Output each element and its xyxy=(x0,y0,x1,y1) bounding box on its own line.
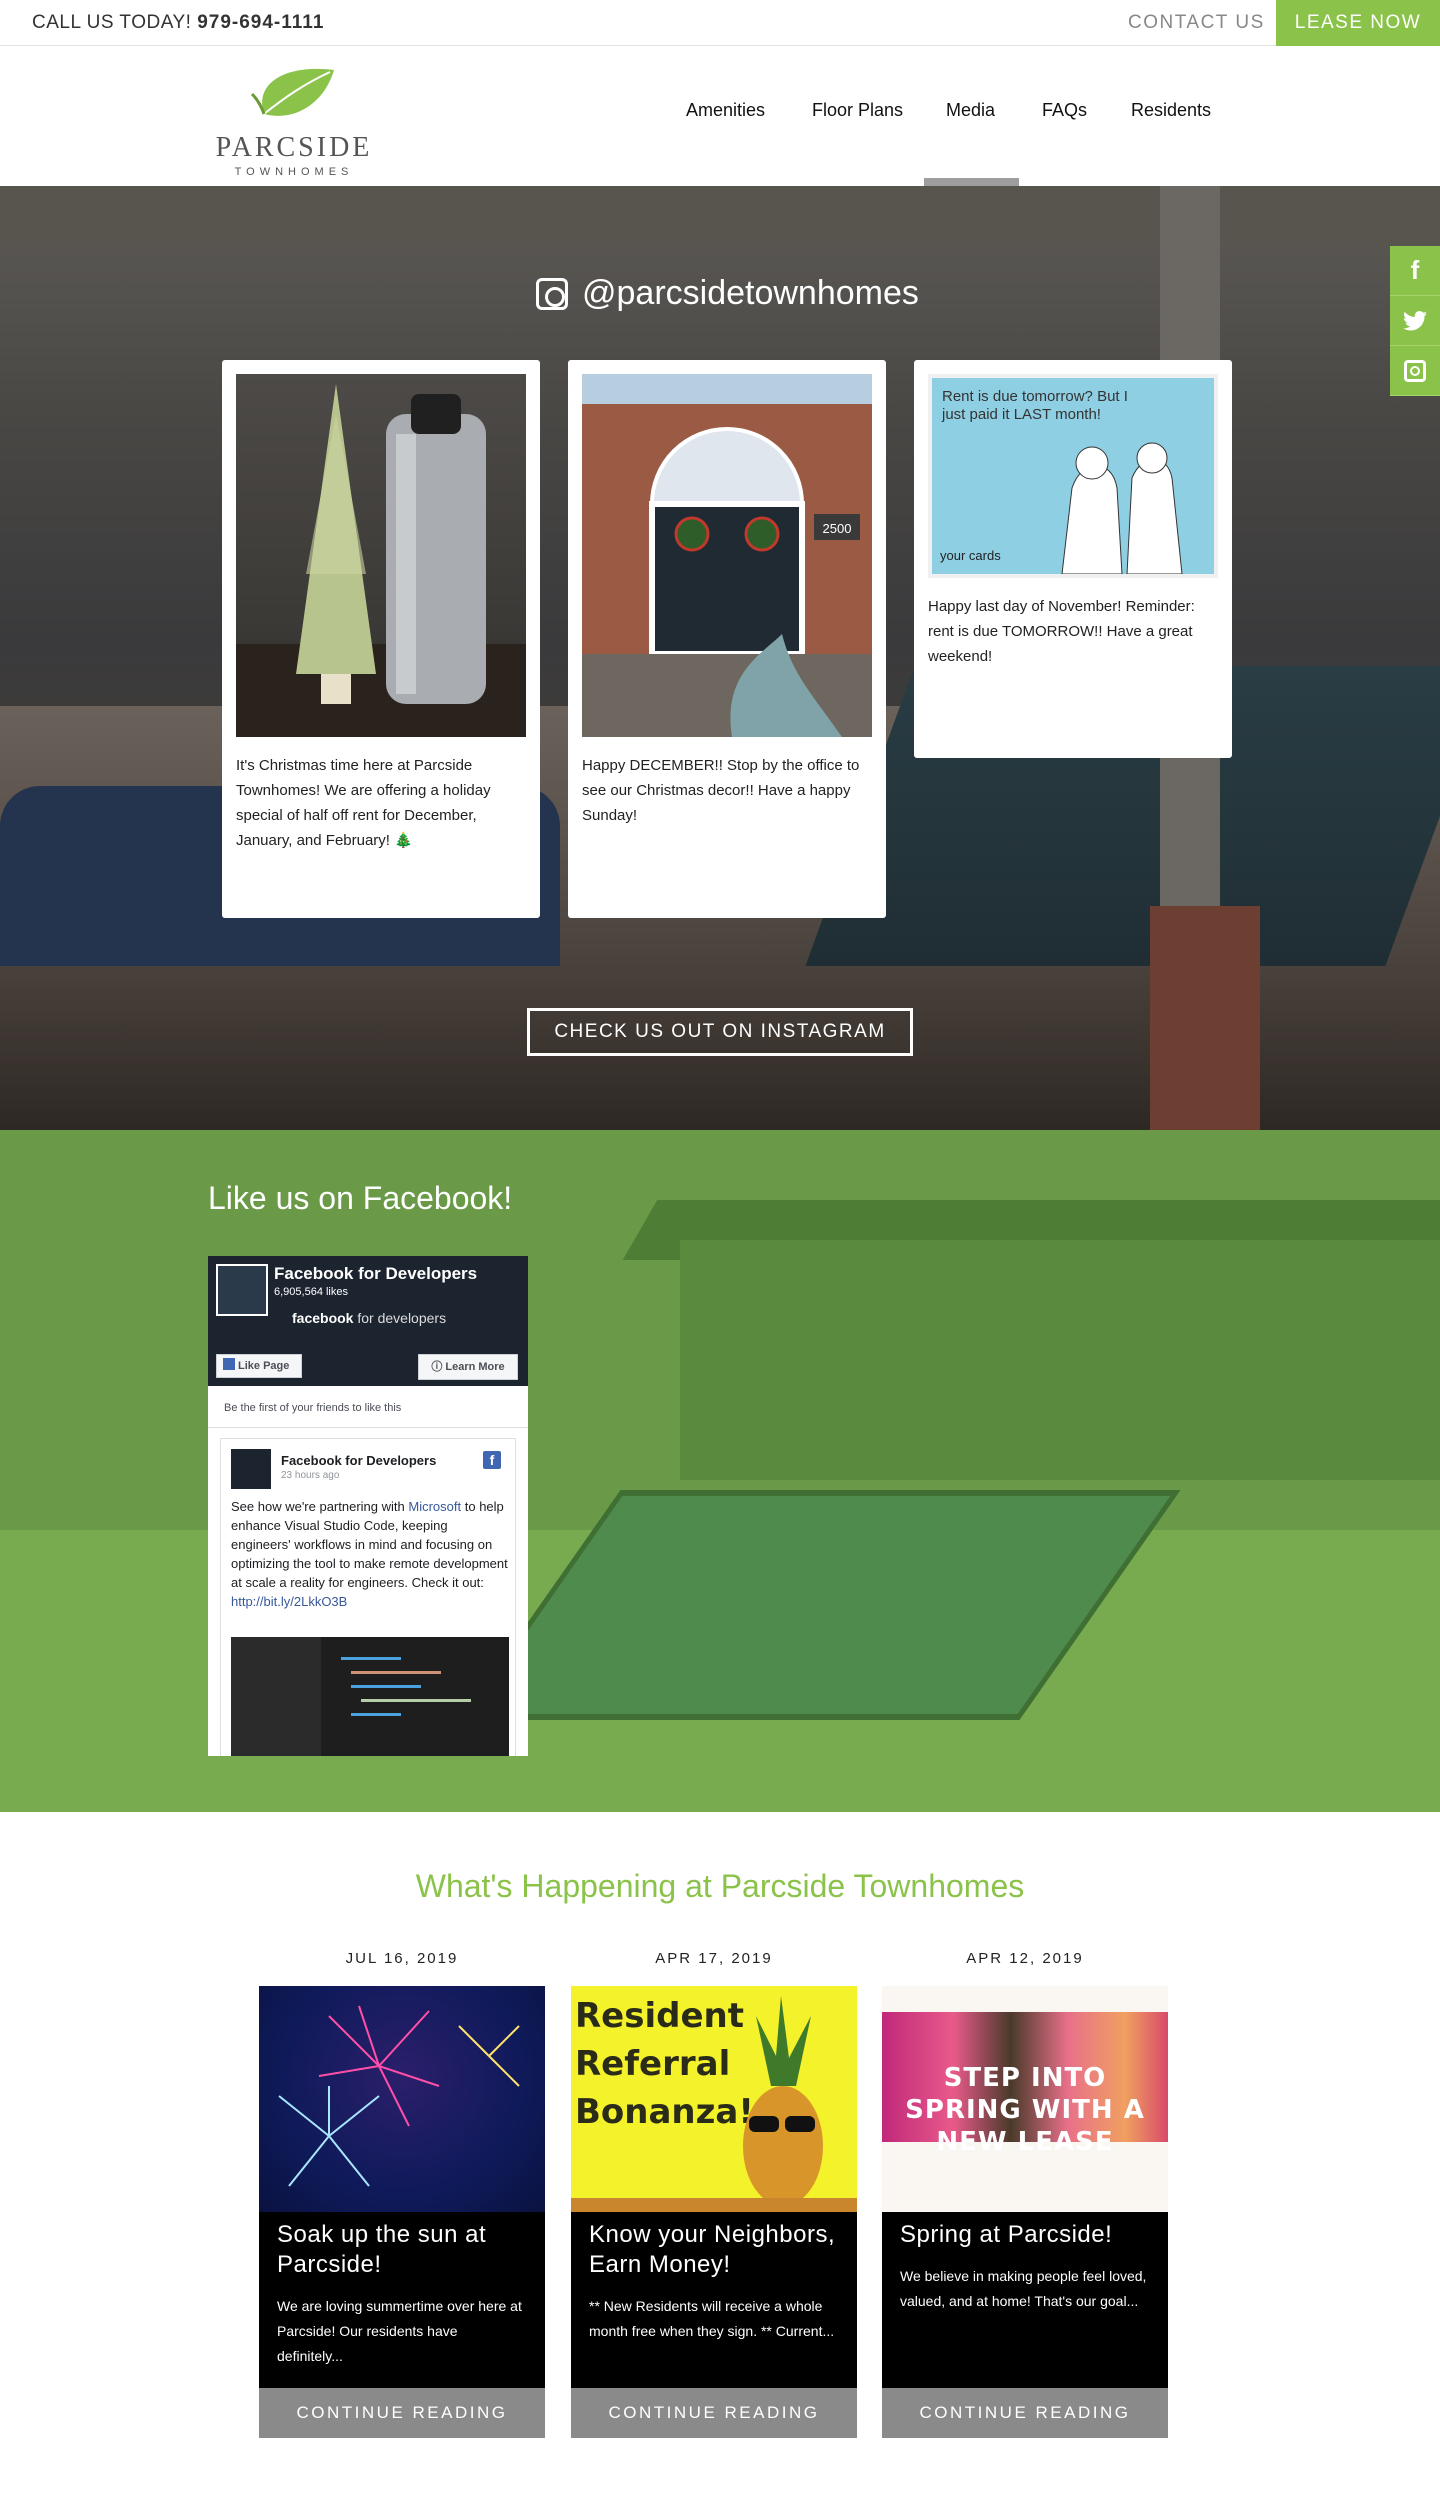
nav-residents[interactable]: Residents xyxy=(1131,100,1211,121)
instagram-cta-button[interactable]: CHECK US OUT ON INSTAGRAM xyxy=(527,1008,913,1056)
like-page-label: Like Page xyxy=(238,1360,290,1372)
twitter-icon[interactable] xyxy=(1390,296,1440,346)
pineapple-icon xyxy=(571,1996,857,2212)
christmas-tree-bottle-image xyxy=(236,384,526,737)
ecard-brand: your cards xyxy=(940,548,1001,563)
facebook-icon xyxy=(223,1358,235,1370)
ecard-image: Rent is due tomorrow? But I just paid it… xyxy=(932,378,1214,574)
contact-us-link[interactable]: CONTACT US xyxy=(1128,12,1265,34)
blog-post-title[interactable]: Soak up the sun at Parcside! xyxy=(277,2220,527,2280)
nav-faqs[interactable]: FAQs xyxy=(1042,100,1087,121)
nav-floor-plans[interactable]: Floor Plans xyxy=(812,100,903,121)
blog-post-body: Soak up the sun at Parcside! We are lovi… xyxy=(259,2212,545,2388)
facebook-page-name[interactable]: Facebook for Developers xyxy=(274,1264,477,1284)
microsoft-link[interactable]: Microsoft xyxy=(408,1499,461,1514)
info-icon: ⓘ xyxy=(431,1361,446,1373)
blog-post-body: Know your Neighbors, Earn Money! ** New … xyxy=(571,2212,857,2388)
blog-post-date: APR 17, 2019 xyxy=(655,1950,773,1967)
learn-more-button[interactable]: ⓘ Learn More xyxy=(418,1354,518,1380)
nav-amenities[interactable]: Amenities xyxy=(686,100,765,121)
bitly-link[interactable]: http://bit.ly/2LkkO3B xyxy=(231,1594,347,1609)
facebook-heading: Like us on Facebook! xyxy=(208,1180,513,1216)
blog-post-card: APR 12, 2019 STEP INTO SPRING WITH A NEW… xyxy=(882,1950,1168,2438)
blog-post-date: JUL 16, 2019 xyxy=(345,1950,459,1967)
instagram-photo: 2500 xyxy=(582,374,872,737)
blog-post-date: APR 12, 2019 xyxy=(966,1950,1084,1967)
site-header: PARCSIDE TOWNHOMES Amenities Floor Plans… xyxy=(0,46,1440,186)
facebook-post-author[interactable]: Facebook for Developers xyxy=(281,1453,436,1468)
facebook-post-time[interactable]: 23 hours ago xyxy=(281,1470,339,1481)
continue-reading-button[interactable]: CONTINUE READING xyxy=(259,2388,545,2438)
blog-post-title[interactable]: Spring at Parcside! xyxy=(900,2220,1150,2250)
call-prefix: CALL US TODAY! xyxy=(32,12,192,33)
referral-image[interactable]: Resident Referral Bonanza! xyxy=(571,1986,857,2212)
blog-post-excerpt: We are loving summertime over here at Pa… xyxy=(277,2298,522,2364)
learn-more-label: Learn More xyxy=(445,1361,505,1373)
blog-post-excerpt: We believe in making people feel loved, … xyxy=(900,2268,1147,2309)
facebook-post-avatar[interactable] xyxy=(231,1449,271,1489)
social-sidebar: f xyxy=(1390,246,1440,396)
friends-like-notice: Be the first of your friends to like thi… xyxy=(208,1388,528,1428)
blog-post-card: JUL 16, 2019 Soak up the sun at Parcside… xyxy=(259,1950,545,2438)
blog-post-excerpt: ** New Residents will receive a whole mo… xyxy=(589,2298,835,2339)
instagram-handle-text: @parcsidetownhomes xyxy=(582,274,919,312)
lease-now-button[interactable]: LEASE NOW xyxy=(1276,0,1440,46)
instagram-photo: Rent is due tomorrow? But I just paid it… xyxy=(928,374,1218,578)
facebook-section: Like us on Facebook! Facebook for Develo… xyxy=(0,1130,1440,1812)
instagram-handle[interactable]: @parcsidetownhomes xyxy=(536,274,919,313)
continue-reading-button[interactable]: CONTINUE READING xyxy=(882,2388,1168,2438)
top-bar: CALL US TODAY! 979-694-1111 CONTACT US L… xyxy=(0,0,1440,46)
office-door-image: 2500 xyxy=(582,374,872,737)
logo[interactable]: PARCSIDE TOWNHOMES xyxy=(214,64,374,178)
facebook-post: Facebook for Developers 23 hours ago f S… xyxy=(220,1438,516,1756)
logo-sub: TOWNHOMES xyxy=(234,166,354,178)
spring-image-text: STEP INTO SPRING WITH A NEW LEASE xyxy=(905,2063,1145,2157)
phone-number[interactable]: 979-694-1111 xyxy=(197,12,324,33)
blog-post-card: APR 17, 2019 Resident Referral Bonanza! … xyxy=(571,1950,857,2438)
facebook-brand-rest: for developers xyxy=(357,1310,447,1326)
instagram-icon xyxy=(536,277,568,310)
blog-post-body: Spring at Parcside! We believe in making… xyxy=(882,2212,1168,2388)
nav-active-indicator xyxy=(924,178,1019,186)
facebook-page-avatar[interactable] xyxy=(216,1264,268,1316)
facebook-icon[interactable]: f xyxy=(1390,246,1440,296)
instagram-caption: Happy DECEMBER!! Stop by the office to s… xyxy=(582,757,860,824)
facebook-post-image[interactable] xyxy=(231,1637,509,1756)
blog-section-title: What's Happening at Parcside Townhomes xyxy=(415,1868,1025,1904)
facebook-brand: facebook for developers xyxy=(292,1310,446,1326)
facebook-likes-count: 6,905,564 likes xyxy=(274,1286,348,1298)
instagram-post-card[interactable]: 2500 Happy DECEMBER!! Stop by the office… xyxy=(568,360,886,918)
spring-flowers-image[interactable]: STEP INTO SPRING WITH A NEW LEASE xyxy=(882,1986,1168,2212)
post-text-part: See how we're partnering with xyxy=(231,1499,405,1514)
continue-reading-button[interactable]: CONTINUE READING xyxy=(571,2388,857,2438)
instagram-photo xyxy=(236,374,526,737)
like-page-button[interactable]: Like Page xyxy=(216,1354,302,1378)
address-sign: 2500 xyxy=(823,521,852,536)
facebook-post-text: See how we're partnering with Microsoft … xyxy=(231,1497,509,1611)
instagram-post-card[interactable]: It's Christmas time here at Parcside Tow… xyxy=(222,360,540,918)
instagram-section: @parcsidetownhomes It's Christmas time h… xyxy=(0,186,1440,1130)
facebook-page-widget[interactable]: Facebook for Developers 6,905,564 likes … xyxy=(208,1256,528,1756)
facebook-icon: f xyxy=(483,1451,501,1469)
logo-name: PARCSIDE xyxy=(215,132,373,163)
facebook-brand-bold: facebook xyxy=(292,1310,354,1326)
instagram-icon[interactable] xyxy=(1390,346,1440,396)
call-us: CALL US TODAY! 979-694-1111 xyxy=(32,12,324,34)
leaf-icon xyxy=(250,68,334,116)
instagram-caption: Happy last day of November! Reminder: re… xyxy=(928,598,1195,665)
nav-media[interactable]: Media xyxy=(946,100,995,121)
blog-post-title[interactable]: Know your Neighbors, Earn Money! xyxy=(589,2220,839,2280)
instagram-caption: It's Christmas time here at Parcside Tow… xyxy=(236,757,491,849)
fireworks-image[interactable] xyxy=(259,1986,545,2212)
instagram-post-card[interactable]: Rent is due tomorrow? But I just paid it… xyxy=(914,360,1232,758)
